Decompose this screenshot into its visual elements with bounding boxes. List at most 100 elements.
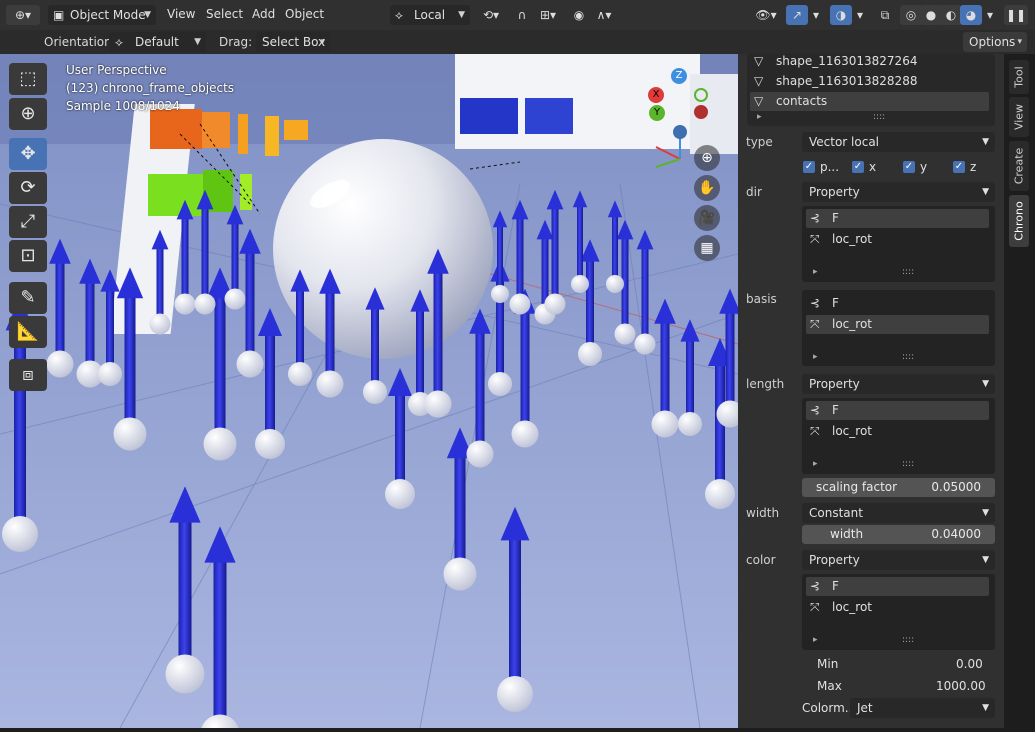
object-list-item[interactable]: ▽ shape_1163013828288 [750,72,989,91]
pause-render-button[interactable]: ❚❚ [1004,5,1028,25]
circle-dot-icon: ◉ [573,8,585,22]
options-dropdown[interactable]: Options ▾ [963,32,1027,52]
shading-dropdown[interactable]: ▾ [982,5,998,25]
checkbox-y[interactable]: ✓ [903,161,915,173]
pivot-point-button[interactable]: ⟲▾ [476,5,506,25]
width-field[interactable]: width 0.04000 [802,525,995,544]
menu-object[interactable]: Object [285,7,324,21]
expand-icon[interactable]: ▸ [813,635,818,645]
contact-ball [509,293,531,315]
xray-toggle[interactable]: ⧉ [874,5,896,25]
object-mode-icon: ▣ [53,8,65,22]
rotate-tool[interactable]: ⟳ [9,172,47,204]
shading-wireframe-button[interactable]: ◎ [900,5,922,25]
basis-item-loc-rot[interactable]: ⤧ loc_rot [806,315,989,334]
node-icon: ⊰ [810,296,821,310]
select-box-tool[interactable]: ⬚ [9,63,47,95]
proportional-edit-toggle[interactable]: ◉ [568,5,590,25]
gizmo-y-axis[interactable]: Y [649,105,665,121]
resize-handle[interactable]: :::: [902,267,914,277]
checkbox-p[interactable]: ✓ [803,161,815,173]
dir-dropdown[interactable]: Property ▼ [802,182,995,202]
visibility-button[interactable]: 👁▾ [751,5,781,25]
tab-tool[interactable]: Tool [1009,60,1029,94]
basis-item-f[interactable]: ⊰ F [806,294,989,313]
3d-viewport[interactable]: Z X Y User Perspective (123) chrono_fram… [0,54,738,728]
colormap-dropdown[interactable]: Jet ▼ [850,698,995,718]
object-list-item[interactable]: ▽ contacts [750,92,989,111]
color-dropdown[interactable]: Property ▼ [802,550,995,570]
move-tool[interactable]: ✥ [9,138,47,170]
measure-tool[interactable]: 📐 [9,316,47,348]
resize-handle[interactable]: :::: [902,635,914,645]
menu-view[interactable]: View [167,7,195,21]
drag-dropdown[interactable]: Select Box ▾ [256,32,330,52]
gizmo-x-axis[interactable]: X [648,87,664,103]
color-item-loc-rot[interactable]: ⤧ loc_rot [806,598,989,617]
menu-select[interactable]: Select [206,7,243,21]
transform-tool[interactable]: ⊡ [9,240,47,272]
select-box-icon: ⬚ [19,68,37,89]
dir-item-loc-rot[interactable]: ⤧ loc_rot [806,230,989,249]
measure-icon: 📐 [16,321,40,342]
dir-item-f[interactable]: ⊰ F [806,209,989,228]
shading-solid-button[interactable]: ● [920,5,942,25]
object-list-item[interactable]: ▽ shape_1163013827264 [750,52,989,71]
gizmo-neg-x[interactable] [694,105,708,119]
max-value[interactable]: 1000.00 [936,679,986,693]
length-dropdown[interactable]: Property ▼ [802,374,995,394]
menu-add[interactable]: Add [252,7,275,21]
mode-dropdown[interactable]: ▣ Object Mode ▼ [48,5,156,25]
snap-toggle[interactable]: ∩ [511,5,533,25]
contact-ball [488,372,512,396]
gizmo-toggle[interactable]: ↗ [786,5,808,25]
projection-toggle-button[interactable]: ▦ [694,235,720,261]
camera-view-button[interactable]: 🎥 [694,205,720,231]
resize-handle[interactable]: :::: [902,352,914,362]
gizmo-z-axis[interactable]: Z [671,68,687,84]
overlay-toggle[interactable]: ◑ [830,5,852,25]
expand-icon[interactable]: ▸ [757,112,762,122]
expand-icon[interactable]: ▸ [813,352,818,362]
zoom-button[interactable]: ⊕ [694,145,720,171]
checkbox-z[interactable]: ✓ [953,161,965,173]
tab-create[interactable]: Create [1009,141,1029,191]
expand-icon[interactable]: ▸ [813,459,818,469]
eye-icon: 👁▾ [755,8,777,22]
color-item-f[interactable]: ⊰ F [806,577,989,596]
scale-tool[interactable]: ⤢ [9,206,47,238]
arrow-stem [55,258,65,364]
snap-target-button[interactable]: ⊞▾ [533,5,563,25]
resize-handle[interactable]: :::: [873,112,885,122]
contact-ball [443,557,477,591]
length-item-loc-rot[interactable]: ⤧ loc_rot [806,422,989,441]
type-dropdown[interactable]: Vector local ▼ [802,132,995,152]
shading-rendered-button[interactable]: ◕ [960,5,982,25]
dir-label: dir [746,185,762,199]
shading-material-button[interactable]: ◐ [940,5,962,25]
resize-handle[interactable]: :::: [902,459,914,469]
contact-ball [288,362,312,386]
gizmo-dropdown[interactable]: ▾ [808,5,824,25]
checkbox-x[interactable]: ✓ [852,161,864,173]
arrow-stem [612,213,618,284]
tab-view[interactable]: View [1009,97,1029,137]
annotate-tool[interactable]: ✎ [9,282,47,314]
width-dropdown[interactable]: Constant ▼ [802,503,995,523]
pan-button[interactable]: ✋ [694,175,720,201]
add-cube-tool[interactable]: ⧈ [9,359,47,391]
gizmo-neg-y[interactable] [694,88,708,102]
falloff-button[interactable]: ∧▾ [590,5,618,25]
orientation-dropdown[interactable]: ⟡ Default ▼ [109,32,206,52]
scaling-factor-field[interactable]: scaling factor 0.05000 [802,478,995,497]
chevron-down-icon: ▼ [458,10,465,20]
length-item-f[interactable]: ⊰ F [806,401,989,420]
gizmo-neg-z[interactable] [673,125,687,139]
tab-chrono[interactable]: Chrono [1009,195,1029,247]
cursor-tool[interactable]: ⊕ [9,98,47,130]
editor-type-button[interactable]: ⊕▾ [6,5,40,25]
overlay-dropdown[interactable]: ▾ [852,5,868,25]
min-value[interactable]: 0.00 [956,657,983,671]
expand-icon[interactable]: ▸ [813,267,818,277]
transform-orientation-dropdown[interactable]: ⟡ Local ▼ [390,5,470,25]
